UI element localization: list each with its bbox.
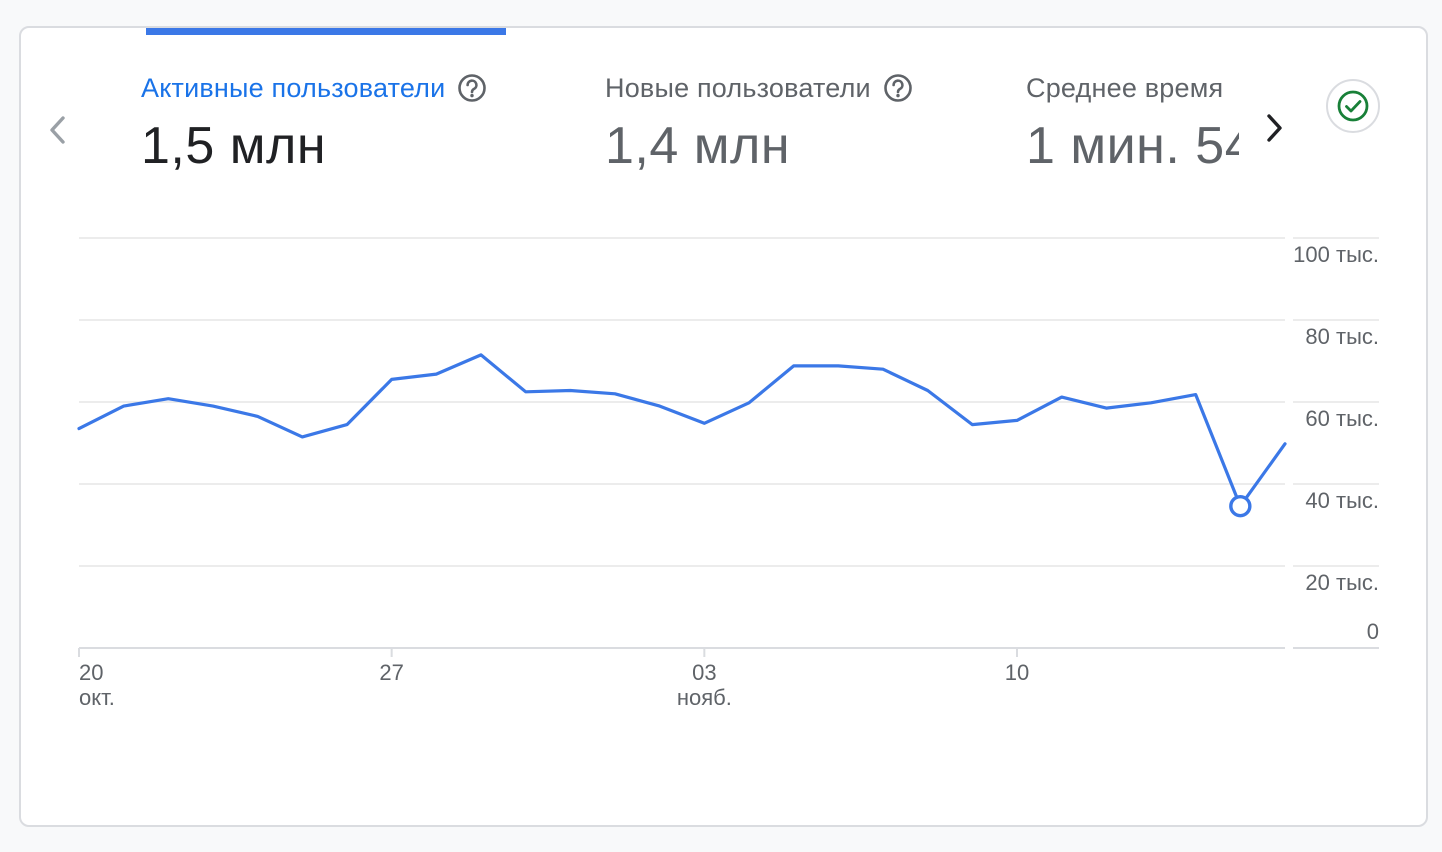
y-tick-label: 0 bbox=[1367, 619, 1379, 644]
x-tick-label: 03 bbox=[692, 660, 716, 685]
y-tick-label: 100 тыс. bbox=[1293, 242, 1379, 267]
metrics-card: Активные пользователи 1,5 млн Новые поль… bbox=[19, 26, 1428, 827]
highlighted-data-point[interactable] bbox=[1229, 494, 1252, 518]
x-tick-label: 27 bbox=[379, 660, 403, 685]
y-tick-label: 20 тыс. bbox=[1305, 570, 1379, 595]
y-tick-label: 80 тыс. bbox=[1305, 324, 1379, 349]
y-tick-label: 60 тыс. bbox=[1305, 406, 1379, 431]
x-tick-sublabel: окт. bbox=[79, 685, 115, 710]
x-tick-label: 10 bbox=[1005, 660, 1029, 685]
x-tick-label: 20 bbox=[79, 660, 103, 685]
y-tick-label: 40 тыс. bbox=[1305, 488, 1379, 513]
line-chart: 0 20 тыс. 40 тыс. 60 тыс. 80 тыс. 100 тыс. 20о… bbox=[77, 237, 1379, 710]
x-tick-sublabel: нояб. bbox=[677, 685, 732, 710]
